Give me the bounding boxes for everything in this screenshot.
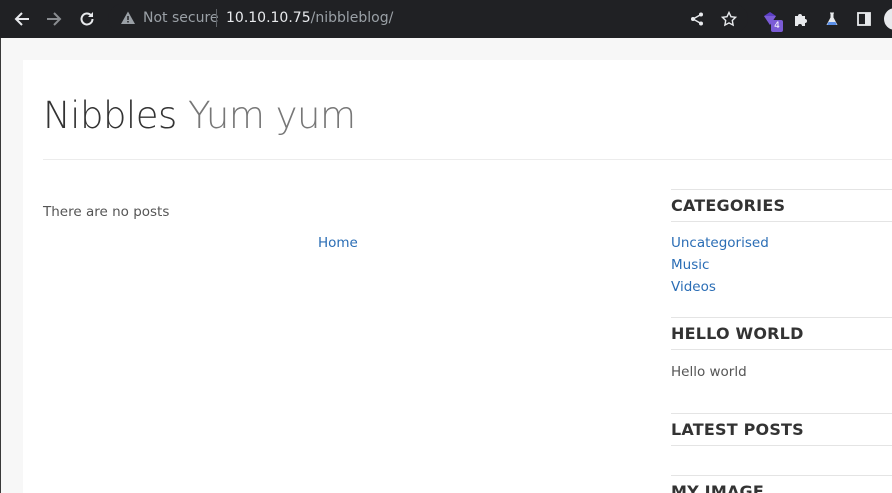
hello-rule-top — [671, 317, 892, 318]
site-title[interactable]: Nibbles Yum yum — [43, 94, 356, 138]
reload-icon[interactable] — [75, 7, 99, 31]
warning-icon[interactable] — [120, 10, 136, 31]
web-page: Nibbles Yum yum There are no posts Home … — [0, 38, 892, 493]
header-divider — [43, 159, 892, 160]
my-image-title: MY IMAGE — [671, 482, 764, 493]
categories-title: CATEGORIES — [671, 196, 786, 215]
star-icon[interactable] — [717, 7, 741, 31]
url-text[interactable]: 10.10.10.75/nibbleblog/ — [226, 9, 393, 27]
category-link[interactable]: Uncategorised — [671, 235, 769, 251]
category-link[interactable]: Videos — [671, 279, 716, 295]
puzzle-icon[interactable] — [789, 7, 813, 31]
url-host: 10.10.10.75 — [226, 10, 311, 26]
omnibox-divider — [216, 9, 217, 27]
site-slogan: Yum yum — [188, 94, 356, 137]
hello-world-title: HELLO WORLD — [671, 324, 804, 343]
blog-container: Nibbles Yum yum There are no posts Home … — [23, 60, 892, 493]
hello-world-text: Hello world — [671, 364, 747, 380]
latest-rule-top — [671, 413, 892, 414]
forward-arrow-icon[interactable] — [42, 7, 66, 31]
category-link[interactable]: Music — [671, 257, 709, 273]
share-icon[interactable] — [685, 7, 709, 31]
back-arrow-icon[interactable] — [10, 7, 34, 31]
security-status[interactable]: Not secure — [143, 9, 219, 27]
latest-rule-bottom — [671, 445, 892, 446]
lab-flask-icon[interactable] — [820, 7, 844, 31]
side-panel-icon[interactable] — [852, 7, 876, 31]
latest-posts-title: LATEST POSTS — [671, 420, 804, 439]
categories-rule-bottom — [671, 221, 892, 222]
browser-toolbar: Not secure 10.10.10.75/nibbleblog/ 4 — [0, 0, 892, 38]
empty-posts-message: There are no posts — [43, 204, 170, 220]
categories-rule-top — [671, 189, 892, 190]
site-name: Nibbles — [43, 94, 177, 137]
profile-avatar[interactable] — [884, 8, 892, 30]
hello-rule-bottom — [671, 349, 892, 350]
image-rule-top — [671, 475, 892, 476]
url-path: /nibbleblog/ — [310, 10, 394, 26]
home-link[interactable]: Home — [318, 235, 358, 251]
extension-badge: 4 — [771, 20, 783, 32]
